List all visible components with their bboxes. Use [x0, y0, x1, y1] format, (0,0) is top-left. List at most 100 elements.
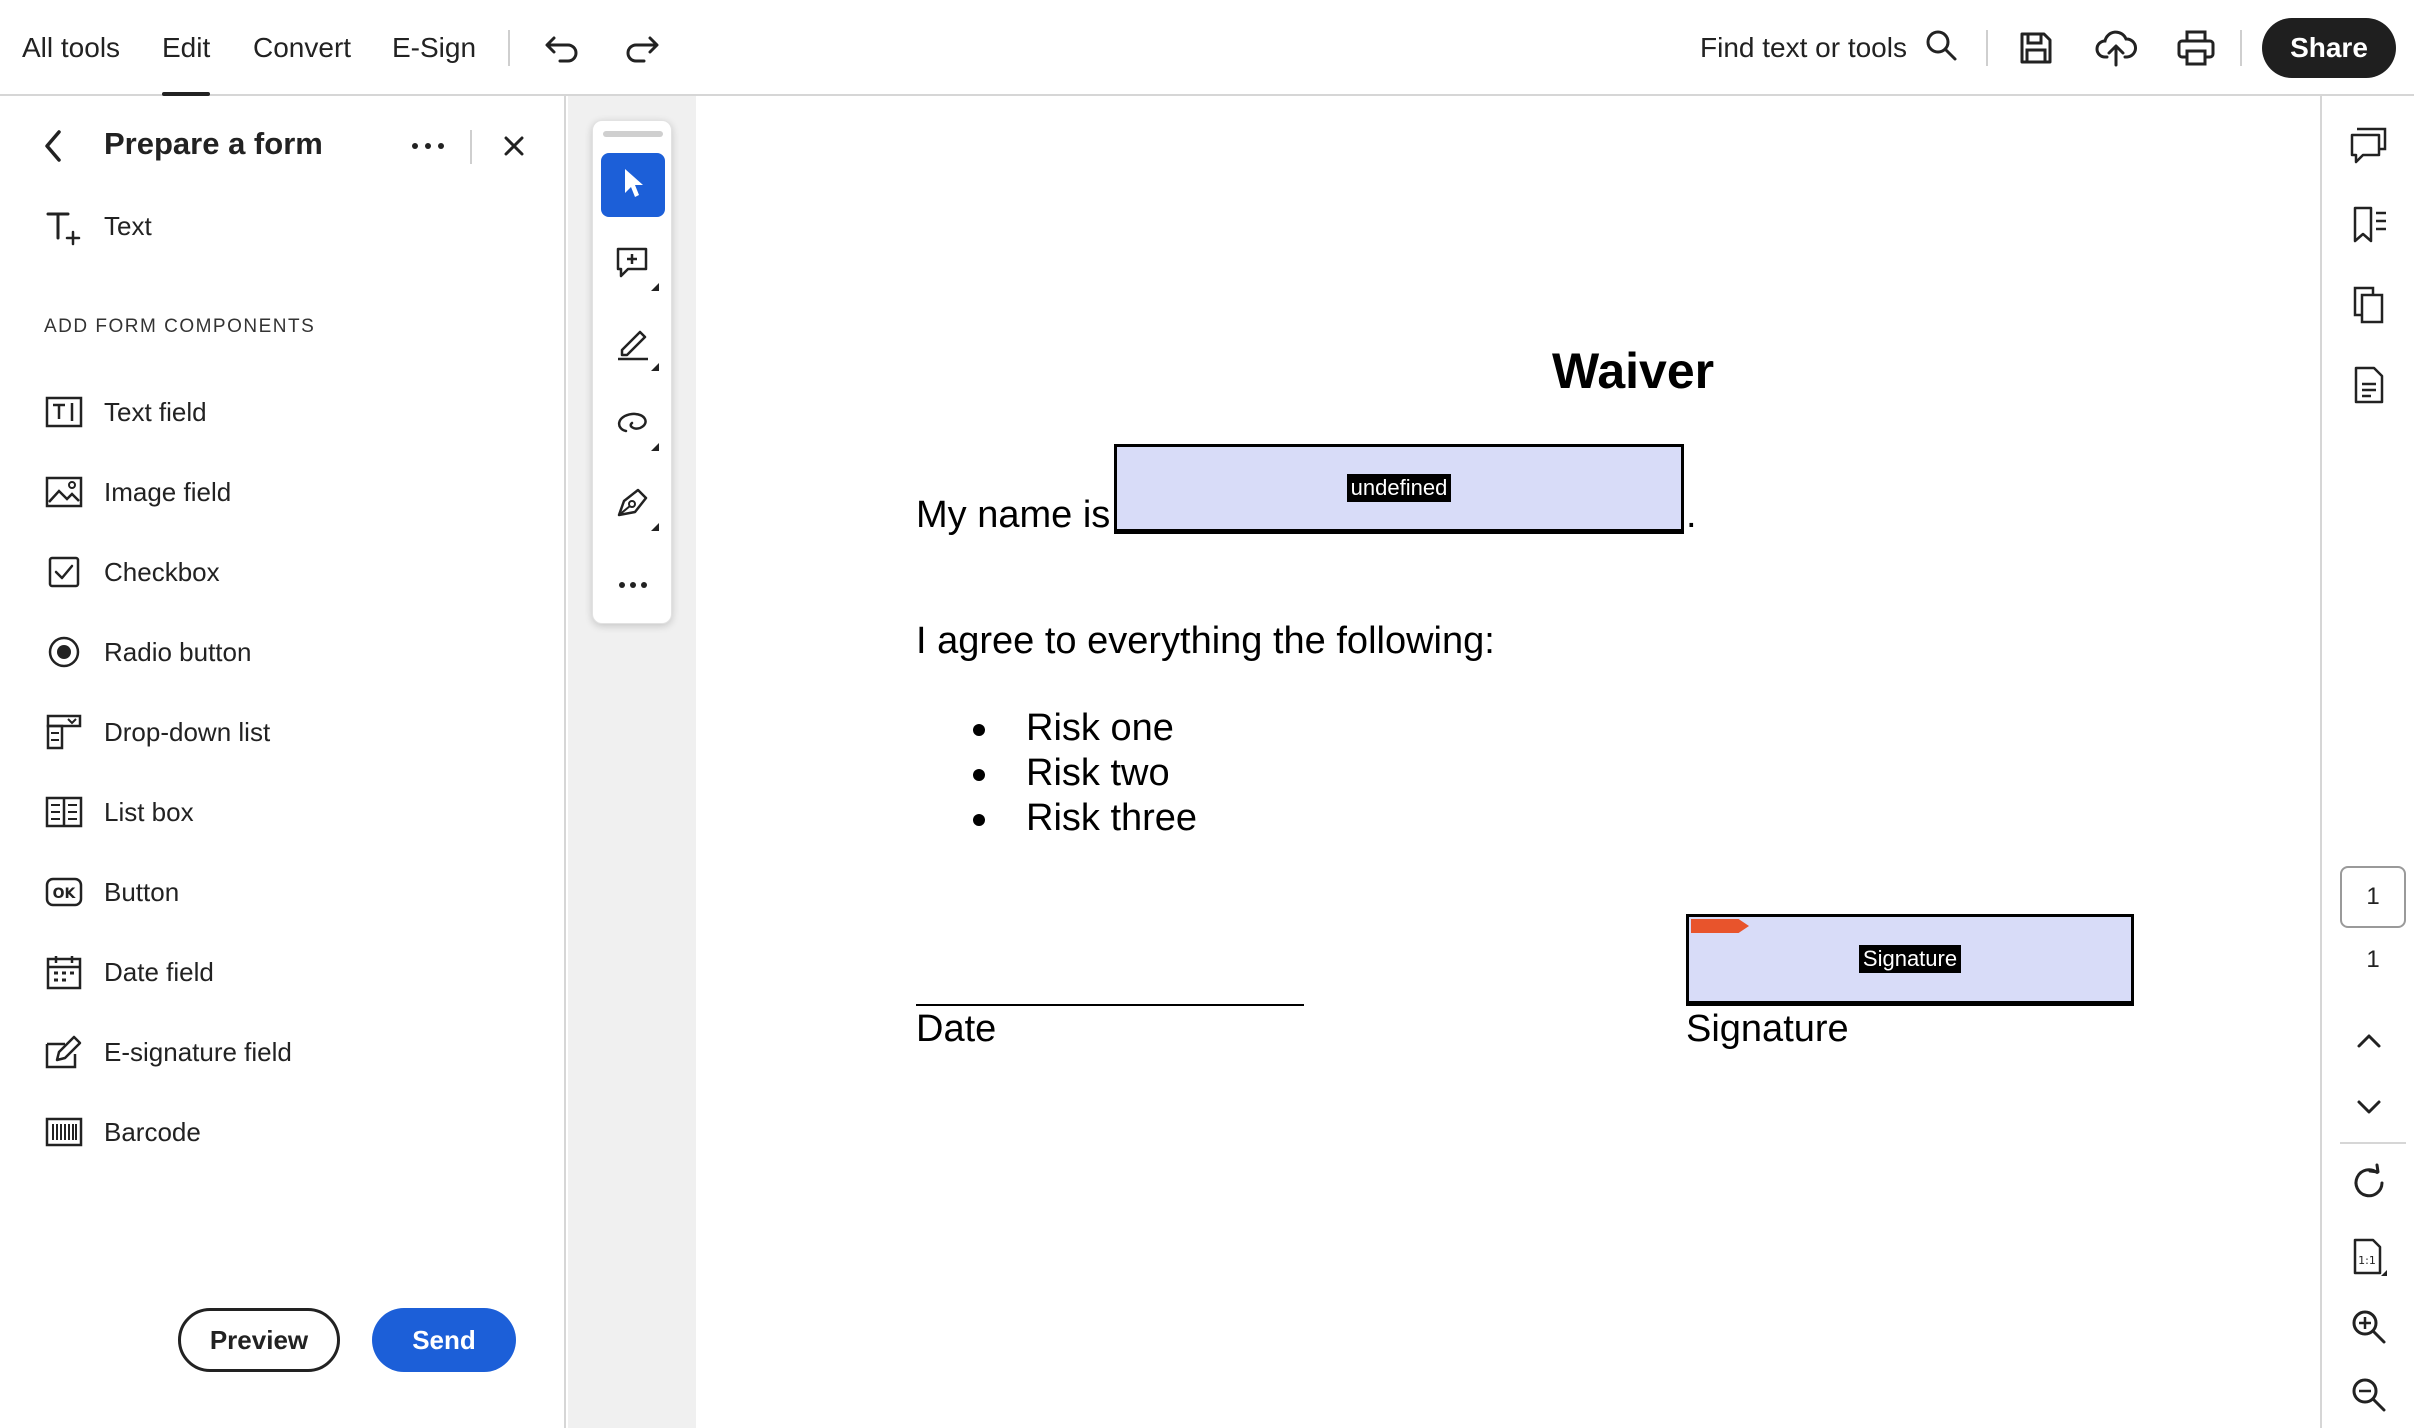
component-label: E-signature field: [104, 1036, 292, 1067]
highlighter-pen-icon: [614, 324, 652, 367]
prepare-form-panel: Prepare a form Text ADD FORM COMPONENTS …: [0, 96, 566, 1428]
component-e-signature-field[interactable]: E-signature field: [44, 1024, 524, 1080]
cursor-arrow-icon: [619, 166, 647, 205]
component-label: Barcode: [104, 1116, 201, 1147]
component-checkbox[interactable]: Checkbox: [44, 544, 524, 600]
component-button[interactable]: OK Button: [44, 864, 524, 920]
right-rail: 1 1 1:1: [2320, 96, 2414, 1428]
zoom-in-icon[interactable]: [2344, 1302, 2394, 1352]
dropdown-list-icon: [44, 712, 84, 752]
tab-all-tools[interactable]: All tools: [22, 0, 120, 96]
component-label: Image field: [104, 476, 232, 507]
find-text-or-tools[interactable]: Find text or tools: [1700, 24, 1959, 72]
tab-e-sign[interactable]: E-Sign: [392, 0, 476, 96]
rotate-icon[interactable]: [2344, 1158, 2394, 1208]
bullet-marker: [973, 769, 985, 781]
send-button[interactable]: Send: [372, 1308, 516, 1372]
panel-title: Prepare a form: [104, 126, 323, 161]
zoom-out-icon[interactable]: [2344, 1370, 2394, 1420]
add-text-label: Text: [104, 210, 152, 241]
submenu-indicator: [651, 283, 659, 291]
select-tool-button[interactable]: [601, 153, 665, 217]
image-field-icon: [44, 472, 84, 512]
bullet-marker: [973, 724, 985, 736]
document-page[interactable]: [696, 96, 2320, 1428]
comment-add-icon: [614, 244, 652, 287]
actual-size-icon[interactable]: 1:1: [2344, 1232, 2394, 1282]
more-horizontal-icon: [618, 576, 648, 594]
drag-handle[interactable]: [603, 131, 663, 137]
risk-item: Risk three: [1026, 797, 1198, 839]
component-label: Checkbox: [104, 556, 220, 587]
add-comment-tool-button[interactable]: [601, 233, 665, 297]
date-underline: [916, 1004, 1304, 1006]
signature-underline: [1686, 1004, 2134, 1006]
component-text-field[interactable]: Text field: [44, 384, 524, 440]
component-label: List box: [104, 796, 194, 827]
preview-button[interactable]: Preview: [178, 1308, 340, 1372]
submenu-indicator: [651, 363, 659, 371]
save-icon[interactable]: [2012, 24, 2060, 72]
component-barcode[interactable]: Barcode: [44, 1104, 524, 1160]
more-tools-button[interactable]: [601, 553, 665, 617]
barcode-icon: [44, 1112, 84, 1152]
component-label: Text field: [104, 396, 207, 427]
svg-text:OK: OK: [53, 886, 77, 902]
bullet-marker: [973, 814, 985, 826]
add-text-tool[interactable]: Text: [44, 198, 524, 254]
component-label: Button: [104, 876, 180, 907]
name-text-form-field[interactable]: undefined: [1114, 444, 1684, 532]
signature-form-field[interactable]: Signature: [1686, 914, 2134, 1004]
field-name-tag: undefined: [1346, 474, 1452, 502]
header-divider: [470, 130, 472, 164]
name-suffix-text: .: [1686, 494, 1697, 536]
share-button[interactable]: Share: [2262, 18, 2396, 78]
back-arrow-icon[interactable]: [32, 124, 76, 168]
add-text-icon: [44, 206, 84, 246]
bookmarks-icon[interactable]: [2344, 200, 2394, 250]
component-radio-button[interactable]: Radio button: [44, 624, 524, 680]
tab-edit[interactable]: Edit: [162, 0, 211, 96]
document-properties-icon[interactable]: [2344, 360, 2394, 410]
quick-tools-toolbar: [592, 120, 672, 624]
redo-icon[interactable]: [618, 24, 666, 72]
rail-divider: [2340, 1142, 2406, 1144]
chevron-up-icon[interactable]: [2344, 1016, 2394, 1066]
undo-icon[interactable]: [538, 24, 586, 72]
risk-item: Risk one: [1026, 707, 1174, 749]
freehand-draw-icon: [614, 404, 652, 447]
component-label: Drop-down list: [104, 716, 271, 747]
document-title: Waiver: [1552, 343, 1715, 399]
field-name-tag: Signature: [1858, 945, 1962, 973]
draw-tool-button[interactable]: [601, 393, 665, 457]
component-label: Date field: [104, 956, 214, 987]
component-list-box[interactable]: List box: [44, 784, 524, 840]
date-field-icon: [44, 952, 84, 992]
sign-tool-button[interactable]: [601, 473, 665, 537]
cloud-upload-icon[interactable]: [2092, 24, 2140, 72]
total-pages: 1: [2366, 946, 2380, 973]
close-icon[interactable]: [494, 126, 534, 166]
agreement-text: I agree to everything the following:: [916, 620, 1495, 662]
print-icon[interactable]: [2172, 24, 2220, 72]
toolbar-divider: [2240, 30, 2242, 66]
component-label: Radio button: [104, 636, 252, 667]
tab-convert[interactable]: Convert: [253, 0, 351, 96]
page-thumbnails-icon[interactable]: [2344, 280, 2394, 330]
ok-button-icon: OK: [44, 872, 84, 912]
highlight-tool-button[interactable]: [601, 313, 665, 377]
chevron-down-icon[interactable]: [2344, 1082, 2394, 1132]
e-signature-icon: [44, 1032, 84, 1072]
search-icon: [1923, 27, 1959, 70]
comments-icon[interactable]: [2344, 120, 2394, 170]
signature-label: Signature: [1686, 1008, 1849, 1050]
more-options-icon[interactable]: [406, 126, 450, 166]
date-label: Date: [916, 1008, 997, 1050]
text-field-icon: [44, 392, 84, 432]
toolbar-divider: [508, 30, 510, 66]
current-page-input[interactable]: 1: [2340, 866, 2406, 928]
component-image-field[interactable]: Image field: [44, 464, 524, 520]
component-dropdown-list[interactable]: Drop-down list: [44, 704, 524, 760]
component-date-field[interactable]: Date field: [44, 944, 524, 1000]
svg-text:1:1: 1:1: [2358, 1254, 2376, 1267]
